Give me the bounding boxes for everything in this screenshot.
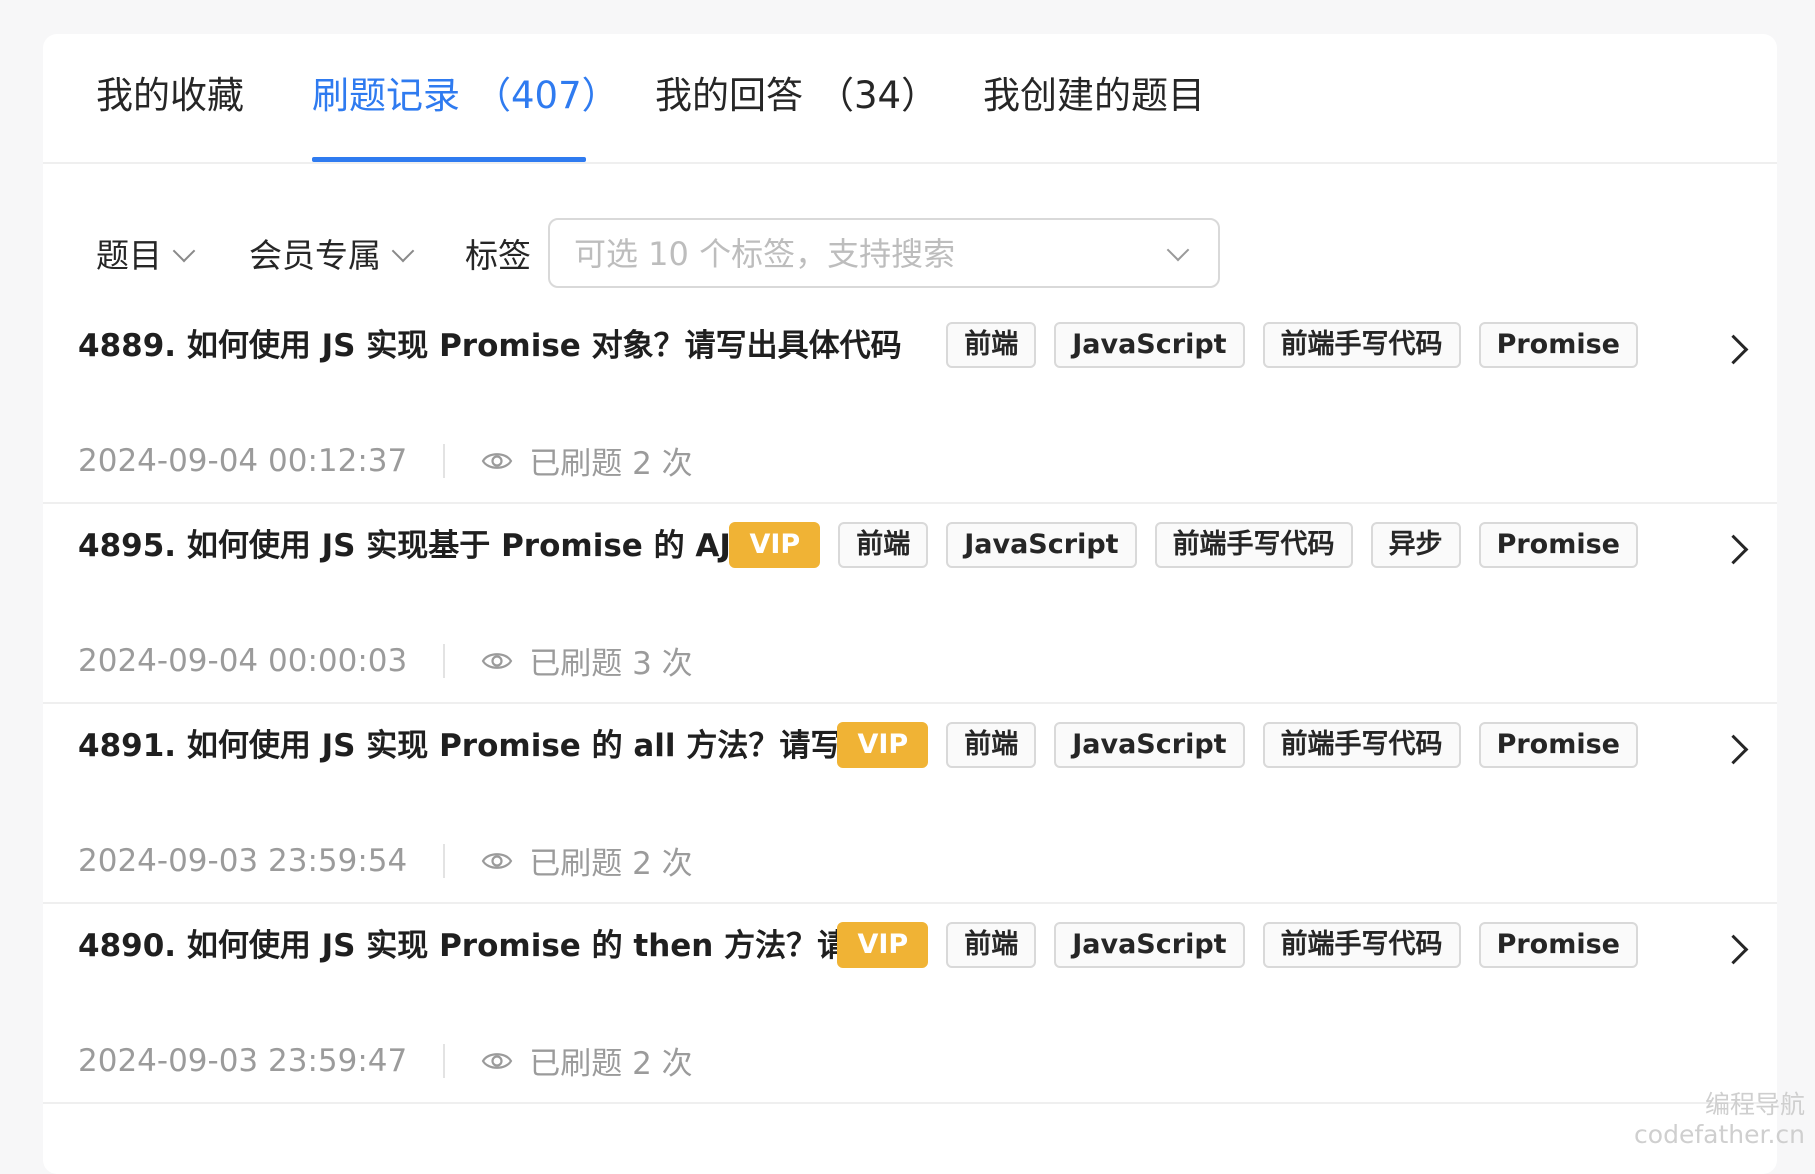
tab-label: 我的回答 [655,74,803,117]
chevron-down-icon [391,239,415,263]
eye-icon [481,852,513,869]
question-tag[interactable]: 前端 [946,922,1037,968]
chevron-right-icon[interactable] [1718,934,1749,965]
question-row[interactable]: 4890. 如何使用 JS 实现 Promise 的 then 方法？请写出..… [43,904,1777,1104]
question-filter-dropdown[interactable]: 题目 [96,234,196,278]
question-tag[interactable]: 前端手写代码 [1262,322,1461,368]
question-date: 2024-09-03 23:59:54 [78,842,408,879]
vip-badge: VIP [837,722,929,768]
vip-badge: VIP [837,922,929,968]
question-date: 2024-09-04 00:00:03 [78,642,408,679]
question-row[interactable]: 4895. 如何使用 JS 实现基于 Promise 的 AJAX ... VIP… [43,504,1777,704]
view-count: 已刷题 2 次 [529,1046,693,1082]
question-date: 2024-09-04 00:12:37 [78,442,408,479]
question-tag[interactable]: JavaScript [1054,722,1245,768]
tag-select-placeholder: 可选 10 个标签，支持搜索 [574,235,956,273]
vip-filter-label: 会员专属 [249,236,381,275]
question-tag[interactable]: Promise [1478,322,1638,368]
meta-divider [443,1043,446,1078]
eye-icon [481,1052,513,1069]
tab-bar: 我的收藏 刷题记录 （407） 我的回答 （34） 我创建的题目 [43,34,1777,164]
question-row[interactable]: 4891. 如何使用 JS 实现 Promise 的 all 方法？请写出具..… [43,704,1777,904]
tab-my-answers[interactable]: 我的回答 （34） [655,74,938,118]
tab-label: 我的收藏 [96,74,244,117]
vip-filter-dropdown[interactable]: 会员专属 [249,234,415,278]
question-tag[interactable]: Promise [1478,522,1638,568]
question-title[interactable]: 4889. 如何使用 JS 实现 Promise 对象？请写出具体代码 [78,324,978,368]
chevron-right-icon[interactable] [1718,534,1749,565]
active-tab-indicator [312,157,586,162]
question-title[interactable]: 4895. 如何使用 JS 实现基于 Promise 的 AJAX ... [78,524,788,568]
chevron-right-icon[interactable] [1718,734,1749,765]
tab-label: 我创建的题目 [983,74,1205,117]
tab-my-questions[interactable]: 我创建的题目 [983,74,1205,118]
question-meta: 2024-09-03 23:59:54 已刷题 2 次 [78,838,693,883]
vip-badge: VIP [729,522,821,568]
tab-label: 刷题记录 [312,74,460,117]
watermark-line1: 编程导航 [1704,1090,1805,1119]
question-meta: 2024-09-04 00:12:37 已刷题 2 次 [78,438,693,483]
chevron-right-icon[interactable] [1718,334,1749,365]
tags-filter-label: 标签 [465,234,531,278]
tab-count: （407） [474,74,619,117]
question-tag[interactable]: Promise [1478,922,1638,968]
question-tag[interactable]: 前端手写代码 [1262,922,1461,968]
view-count: 已刷题 2 次 [529,846,693,882]
question-title[interactable]: 4891. 如何使用 JS 实现 Promise 的 all 方法？请写出具..… [78,724,878,768]
question-tags: 前端 JavaScript 前端手写代码 Promise [946,322,1638,368]
meta-divider [443,443,446,478]
tag-select-input[interactable]: 可选 10 个标签，支持搜索 [548,218,1220,288]
question-meta: 2024-09-04 00:00:03 已刷题 3 次 [78,638,693,683]
question-row[interactable]: 4889. 如何使用 JS 实现 Promise 对象？请写出具体代码 前端 Jav… [43,304,1777,504]
view-count: 已刷题 2 次 [529,446,693,482]
watermark-line2: codefather.cn [1634,1120,1805,1149]
question-tag[interactable]: 前端 [838,522,929,568]
question-title[interactable]: 4890. 如何使用 JS 实现 Promise 的 then 方法？请写出..… [78,924,878,968]
question-meta: 2024-09-03 23:59:47 已刷题 2 次 [78,1038,693,1083]
question-tag[interactable]: JavaScript [946,522,1137,568]
question-tags: VIP 前端 JavaScript 前端手写代码 异步 Promise [729,522,1638,568]
tab-count: （34） [817,74,939,117]
question-tag[interactable]: 前端手写代码 [1262,722,1461,768]
question-tag[interactable]: Promise [1478,722,1638,768]
chevron-down-icon [172,239,196,263]
question-tags: VIP 前端 JavaScript 前端手写代码 Promise [837,922,1638,968]
question-tag[interactable]: JavaScript [1054,922,1245,968]
question-tag[interactable]: 前端手写代码 [1154,522,1353,568]
eye-icon [481,652,513,669]
chevron-down-icon [1166,238,1190,262]
question-filter-label: 题目 [96,236,162,275]
tags-label: 标签 [465,236,531,275]
tab-favorites[interactable]: 我的收藏 [96,74,244,118]
meta-divider [443,643,446,678]
question-tags: VIP 前端 JavaScript 前端手写代码 Promise [837,722,1638,768]
profile-card: 我的收藏 刷题记录 （407） 我的回答 （34） 我创建的题目 题目 会员专属 标… [43,34,1777,1174]
meta-divider [443,843,446,878]
view-count: 已刷题 3 次 [529,646,693,682]
tab-practice-history[interactable]: 刷题记录 （407） [312,74,619,118]
question-date: 2024-09-03 23:59:47 [78,1042,408,1079]
eye-icon [481,452,513,469]
question-tag[interactable]: 前端 [946,722,1037,768]
question-tag[interactable]: 前端 [946,322,1037,368]
question-tag[interactable]: 异步 [1370,522,1461,568]
watermark: 编程导航 codefather.cn [1634,1090,1805,1150]
question-tag[interactable]: JavaScript [1054,322,1245,368]
